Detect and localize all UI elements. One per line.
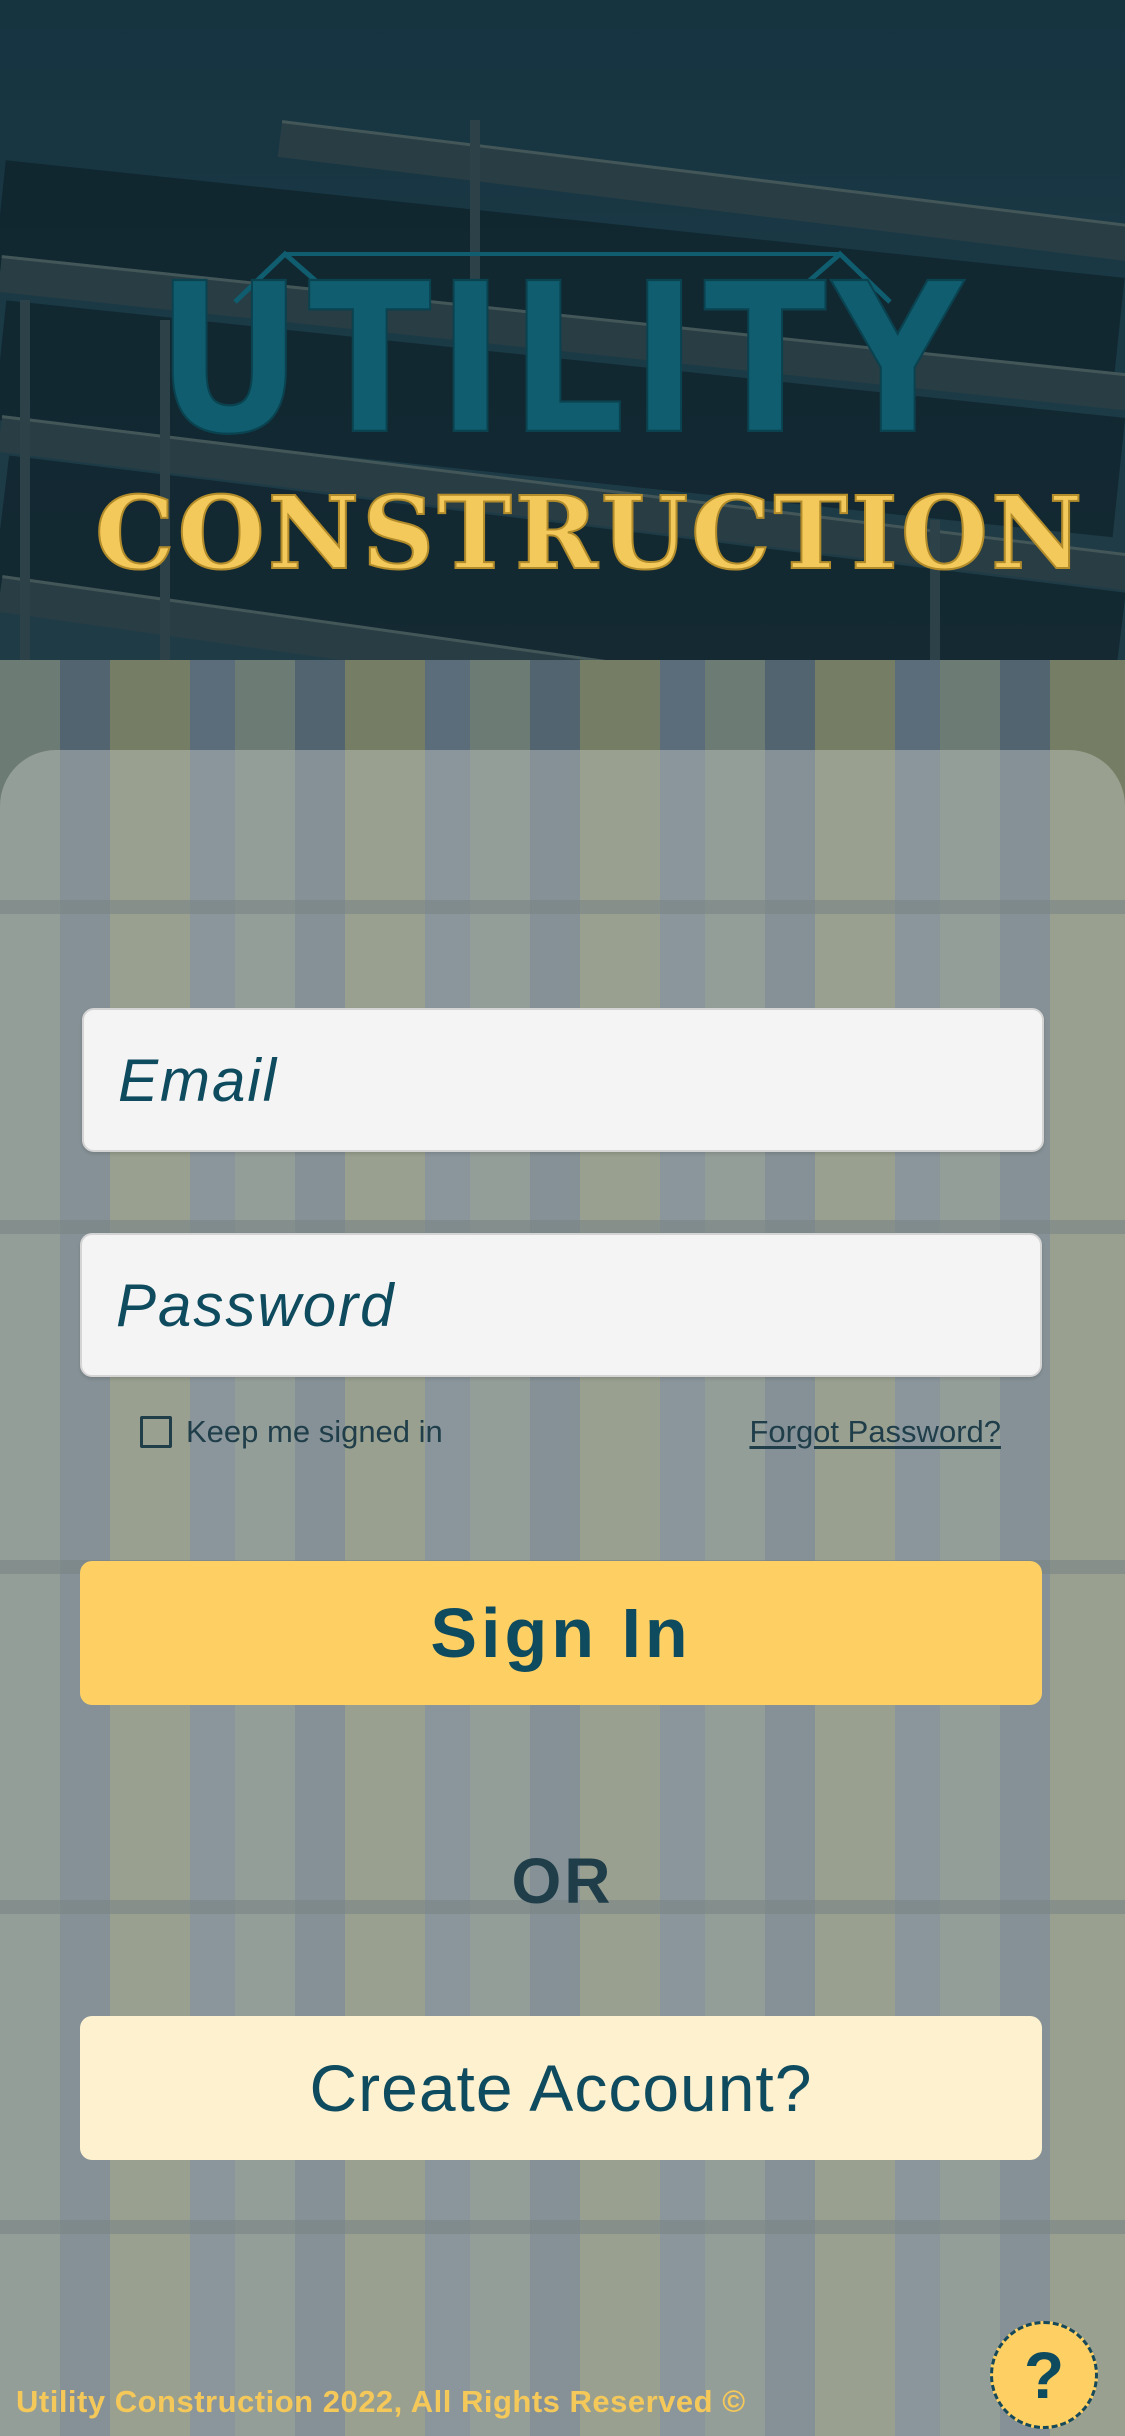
footer-copyright: Utility Construction 2022, All Rights Re…: [16, 2384, 746, 2419]
email-field-container: [82, 1008, 1044, 1152]
email-input[interactable]: [84, 1010, 1042, 1150]
create-account-button[interactable]: Create Account?: [80, 2016, 1042, 2160]
keep-signed-in-row[interactable]: Keep me signed in: [140, 1412, 443, 1452]
keep-signed-in-checkbox[interactable]: [140, 1416, 172, 1448]
logo-wordmark-construction: CONSTRUCTION: [94, 474, 1086, 592]
question-mark-icon: ?: [1023, 2338, 1065, 2412]
sign-in-button[interactable]: Sign In: [80, 1561, 1042, 1705]
password-input[interactable]: [82, 1235, 1040, 1375]
logo-wordmark-utility: UTILITY: [155, 239, 969, 482]
password-field-container: [80, 1233, 1042, 1377]
company-logo: UTILITY CONSTRUCTION: [94, 239, 1086, 592]
or-divider-label: OR: [511, 1845, 614, 1917]
forgot-password-link[interactable]: Forgot Password?: [749, 1412, 1001, 1452]
keep-signed-in-label: Keep me signed in: [186, 1414, 443, 1449]
help-button[interactable]: ?: [990, 2321, 1098, 2429]
